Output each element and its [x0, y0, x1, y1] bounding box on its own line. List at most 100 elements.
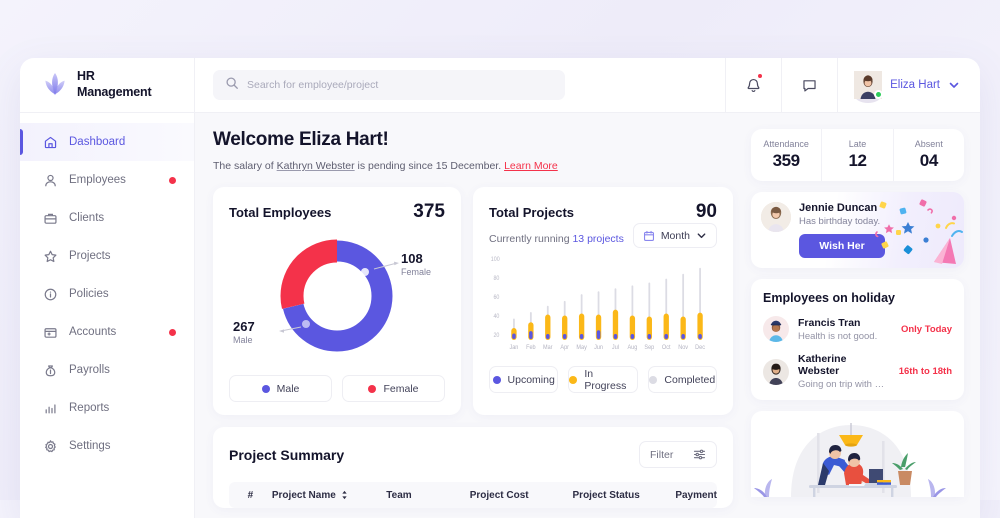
main-content: Welcome Eliza Hart! The salary of Kathry… [195, 113, 980, 518]
folder-icon [42, 324, 58, 340]
avatar [854, 71, 882, 99]
projects-sub-prefix: Currently running [489, 233, 572, 245]
notifications-button[interactable] [725, 58, 781, 112]
sidebar-item-policies[interactable]: Policies [20, 275, 194, 313]
sidebar-item-label: Accounts [69, 326, 116, 338]
total-employees-card: Total Employees 375 [213, 187, 461, 415]
sidebar-item-label: Clients [69, 212, 104, 224]
sidebar-badge-dot [169, 177, 176, 184]
sidebar-item-dashboard[interactable]: Dashboard [20, 123, 194, 161]
svg-text:20: 20 [493, 333, 499, 339]
filter-button[interactable]: Filter [639, 441, 717, 468]
body: Dashboard Employees Clients [20, 113, 980, 518]
sidebar-item-payrolls[interactable]: Payrolls [20, 351, 194, 389]
sidebar-item-employees[interactable]: Employees [20, 161, 194, 199]
sidebar-item-clients[interactable]: Clients [20, 199, 194, 237]
column-header-team: Team [382, 490, 465, 501]
sidebar-item-accounts[interactable]: Accounts [20, 313, 194, 351]
column-header-project-name[interactable]: Project Name [268, 490, 382, 501]
welcome-middle: is pending since 15 December. [355, 160, 504, 172]
holiday-person-note: Health is not good. [798, 331, 892, 342]
sort-arrows-icon [341, 490, 348, 500]
messages-button[interactable] [781, 58, 837, 112]
sidebar-item-label: Policies [69, 288, 109, 300]
total-employees-value: 375 [413, 201, 445, 223]
welcome-prefix: The salary of [213, 160, 277, 172]
charts-row: Total Employees 375 [213, 187, 733, 415]
project-summary-title: Project Summary [229, 447, 344, 463]
learn-more-link[interactable]: Learn More [504, 160, 558, 172]
chevron-down-icon [696, 230, 707, 241]
holiday-duration: Only Today [901, 324, 952, 335]
total-projects-card: Total Projects 90 Currently running 13 p… [473, 187, 733, 415]
stat-label: Late [849, 139, 867, 149]
holiday-person-note: Going on trip with my fam… [798, 379, 890, 390]
app-window: HR Management [20, 58, 980, 518]
legend-color-dot [493, 376, 501, 384]
sidebar-item-reports[interactable]: Reports [20, 389, 194, 427]
legend-chip-in-progress[interactable]: In Progress [568, 366, 637, 393]
star-icon [42, 248, 58, 264]
svg-text:Nov: Nov [678, 345, 688, 351]
list-item[interactable]: Francis Tran Health is not good. Only To… [763, 316, 952, 342]
projects-bar-chart: 1008060 4020 [489, 252, 717, 356]
legend-chip-female[interactable]: Female [342, 375, 445, 402]
attendance-stats-card: Attendance 359 Late 12 Absent 04 [751, 129, 964, 181]
svg-text:May: May [576, 345, 586, 351]
top-bar: HR Management [20, 58, 980, 113]
sidebar-item-projects[interactable]: Projects [20, 237, 194, 275]
month-dropdown[interactable]: Month [633, 223, 717, 248]
birthday-card: Jennie Duncan Has birthday today. Wish H… [751, 192, 964, 268]
holiday-person-name: Francis Tran [798, 317, 892, 329]
sidebar-item-settings[interactable]: Settings [20, 427, 194, 465]
legend-chip-male[interactable]: Male [229, 375, 332, 402]
projects-subtitle: Currently running 13 projects [489, 233, 624, 245]
sidebar-item-label: Settings [69, 440, 111, 452]
user-icon [42, 172, 58, 188]
employees-donut-chart: 108 Female 267 Male [229, 227, 445, 365]
card-title: Total Employees [229, 205, 331, 220]
employees-on-holiday-card: Employees on holiday [751, 279, 964, 400]
legend-label: Completed [664, 374, 715, 386]
legend-label: Female [383, 383, 418, 395]
user-menu[interactable]: Eliza Hart [837, 58, 980, 112]
office-illustration [751, 411, 952, 497]
welcome-person[interactable]: Kathryn Webster [277, 160, 355, 172]
svg-text:80: 80 [493, 276, 499, 282]
column-header-project-status: Project Status [569, 490, 672, 501]
home-icon [42, 134, 58, 150]
svg-text:Jan: Jan [509, 345, 518, 351]
holiday-person-name: Katherine Webster [798, 353, 890, 377]
column-header-payment: Payment [671, 490, 717, 501]
svg-text:Jul: Jul [612, 345, 619, 351]
column-header-project-cost: Project Cost [466, 490, 569, 501]
legend-color-dot [649, 376, 657, 384]
running-projects-link[interactable]: 13 projects [572, 233, 623, 245]
notification-badge [757, 73, 763, 79]
search-icon [225, 76, 239, 95]
svg-text:60: 60 [493, 295, 499, 301]
search-box[interactable] [213, 70, 565, 100]
svg-text:Oct: Oct [662, 345, 671, 351]
sliders-icon [693, 448, 706, 461]
search-input[interactable] [247, 79, 553, 91]
money-bag-icon [42, 362, 58, 378]
male-label: Male [233, 335, 255, 345]
svg-text:Apr: Apr [560, 345, 569, 351]
legend-chip-upcoming[interactable]: Upcoming [489, 366, 558, 393]
sidebar-item-label: Reports [69, 402, 109, 414]
stat-value: 04 [920, 151, 938, 171]
sidebar-item-label: Dashboard [69, 136, 125, 148]
legend-chip-completed[interactable]: Completed [648, 366, 717, 393]
chat-bubble-icon [801, 77, 818, 94]
list-item[interactable]: Katherine Webster Going on trip with my … [763, 353, 952, 390]
brand-logo[interactable]: HR Management [20, 58, 195, 112]
stat-absent: Absent 04 [893, 129, 964, 181]
column-header-index: # [229, 490, 268, 501]
sidebar-item-label: Projects [69, 250, 111, 262]
birthday-avatar [761, 202, 791, 232]
search-zone [195, 58, 725, 112]
stat-label: Attendance [763, 139, 809, 149]
sidebar-badge-dot [169, 329, 176, 336]
chevron-down-icon[interactable] [948, 79, 960, 91]
